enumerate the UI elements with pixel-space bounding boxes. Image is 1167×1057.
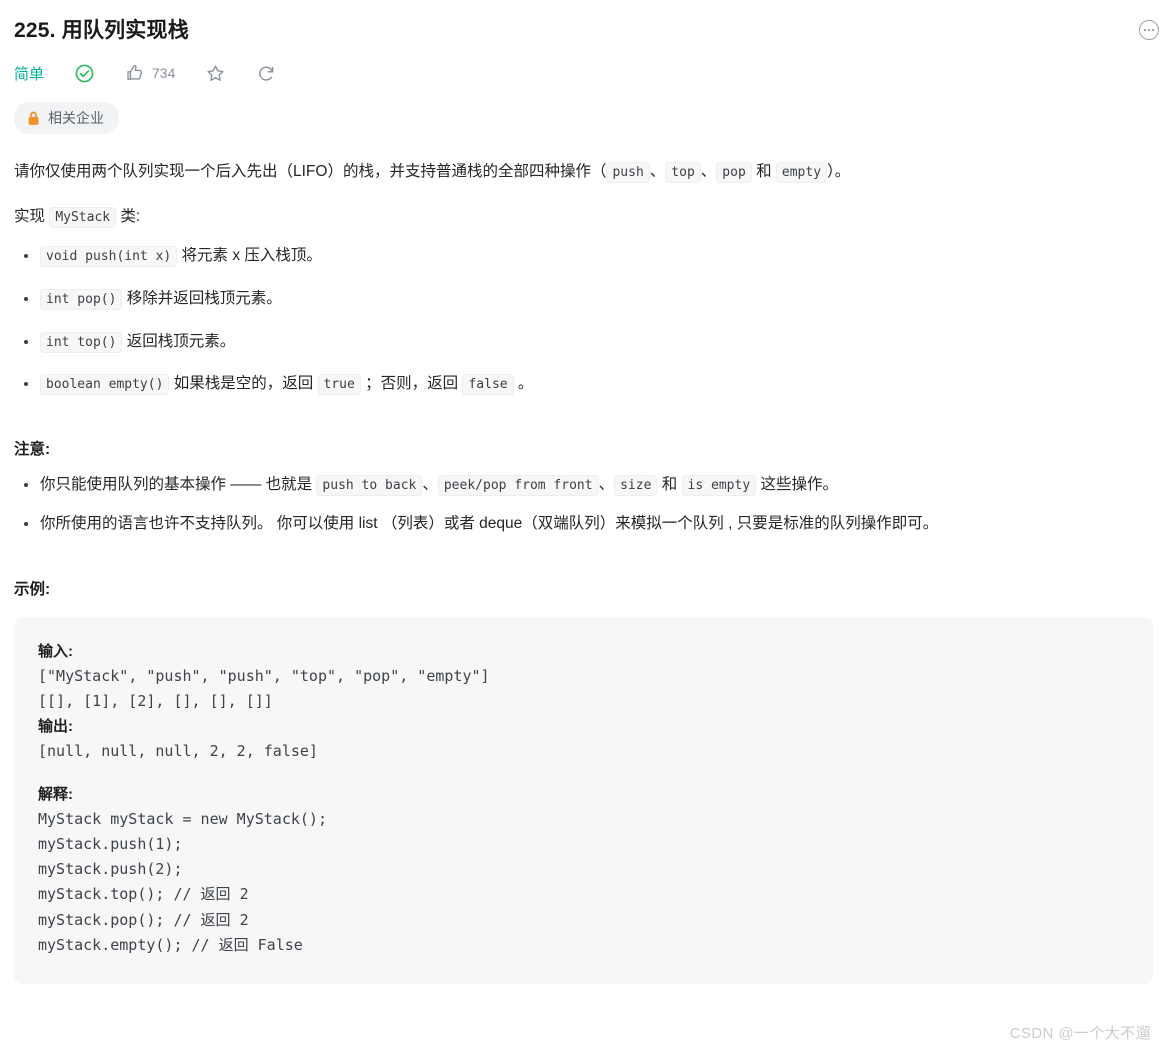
code-chip-top: top xyxy=(665,162,701,184)
code-chip-true: true xyxy=(317,374,361,396)
explain-line-5: myStack.pop(); // 返回 2 xyxy=(38,910,249,929)
lock-icon xyxy=(27,111,40,126)
code-chip-boolean-empty: boolean empty() xyxy=(40,374,170,396)
explain-line-1: MyStack myStack = new MyStack(); xyxy=(38,809,327,828)
method-list: void push(int x) 将元素 x 压入栈顶。 int pop() 移… xyxy=(14,244,1153,397)
dot xyxy=(1147,28,1151,32)
like-count: 734 xyxy=(152,65,176,82)
meta-row: 简单 734 xyxy=(14,60,1153,86)
code-chip-push: push xyxy=(606,162,650,184)
explain-line-2: myStack.push(1); xyxy=(38,835,183,854)
method-desc: 将元素 x 压入栈顶。 xyxy=(177,246,322,264)
intro-text-1: 请你仅使用两个队列实现一个后入先出（LIFO）的栈，并支持普通栈的全部四种操作（ xyxy=(14,163,607,181)
output-label: 输出: xyxy=(38,718,73,736)
code-chip-int-pop: int pop() xyxy=(40,288,123,310)
related-companies-badge[interactable]: 相关企业 xyxy=(14,102,119,135)
watermark: CSDN @一个大不遛 xyxy=(1009,1025,1151,1042)
explain-line-3: myStack.push(2); xyxy=(38,860,183,879)
implement-prefix: 实现 xyxy=(14,208,50,226)
star-outline-icon xyxy=(205,63,226,84)
solved-status-button[interactable] xyxy=(74,63,95,84)
code-chip-empty: empty xyxy=(775,162,828,184)
list-item: boolean empty() 如果栈是空的，返回 true ；否则，返回 fa… xyxy=(24,372,1153,397)
related-companies-label: 相关企业 xyxy=(48,110,104,127)
output-line-1: [null, null, null, 2, 2, false] xyxy=(38,742,318,761)
badge-row: 相关企业 xyxy=(14,102,1153,135)
problem-page: 225. 用队列实现栈 简单 734 相关企业 请你仅使用两个队列实现一个后入先… xyxy=(0,0,1167,1057)
intro-text-2: ）。 xyxy=(827,163,851,181)
method-desc: 移除并返回栈顶元素。 xyxy=(122,289,282,307)
implement-suffix: 类: xyxy=(116,208,141,226)
code-chip-int-top: int top() xyxy=(40,331,123,353)
code-chip-peek-pop-front: peek/pop from front xyxy=(437,475,599,497)
method-desc: 返回栈顶元素。 xyxy=(122,332,236,350)
list-item: void push(int x) 将元素 x 压入栈顶。 xyxy=(24,244,1153,269)
implement-line: 实现 MyStack 类: xyxy=(14,205,1153,230)
thumbs-up-icon xyxy=(125,63,145,83)
share-button[interactable] xyxy=(256,63,277,84)
notes-title: 注意: xyxy=(14,441,51,459)
note-text-pre: 你只能使用队列的基本操作 —— 也就是 xyxy=(40,476,317,494)
intro-sep-3: 和 xyxy=(751,163,776,181)
list-item: 你所使用的语言也许不支持队列。 你可以使用 list （列表）或者 deque（… xyxy=(24,512,1153,537)
method-desc-pre: 如果栈是空的，返回 xyxy=(169,375,318,393)
ellipsis-circle-icon[interactable] xyxy=(1139,20,1159,40)
like-button[interactable]: 734 xyxy=(125,63,175,83)
intro-sep-2: 、 xyxy=(700,163,717,181)
method-desc-post: 。 xyxy=(513,375,534,393)
input-line-1: ["MyStack", "push", "push", "top", "pop"… xyxy=(38,666,490,685)
page-title: 225. 用队列实现栈 xyxy=(14,19,189,42)
note-sep-2: 、 xyxy=(598,476,615,494)
code-chip-size: size xyxy=(614,475,658,497)
list-item: 你只能使用队列的基本操作 —— 也就是 push to back、 peek/po… xyxy=(24,473,1153,498)
note-sep-1: 、 xyxy=(422,476,438,494)
problem-intro: 请你仅使用两个队列实现一个后入先出（LIFO）的栈，并支持普通栈的全部四种操作（… xyxy=(14,160,1153,185)
input-label: 输入: xyxy=(38,642,73,660)
code-chip-mystack: MyStack xyxy=(49,207,117,229)
note-text-post: 这些操作。 xyxy=(756,476,838,494)
check-circle-icon xyxy=(74,63,95,84)
favorite-button[interactable] xyxy=(205,63,226,84)
method-desc-mid: ；否则，返回 xyxy=(360,375,463,393)
code-chip-pop: pop xyxy=(716,162,752,184)
explain-label: 解释: xyxy=(38,785,73,803)
code-chip-is-empty: is empty xyxy=(681,475,757,497)
example-title: 示例: xyxy=(14,580,51,598)
difficulty-label[interactable]: 简单 xyxy=(14,63,44,84)
list-item: int top() 返回栈顶元素。 xyxy=(24,330,1153,355)
note-sep-3: 和 xyxy=(657,476,682,494)
code-chip-push-to-back: push to back xyxy=(316,475,423,497)
intro-sep-1: 、 xyxy=(649,163,666,181)
input-line-2: [[], [1], [2], [], [], []] xyxy=(38,692,273,711)
explain-line-4: myStack.top(); // 返回 2 xyxy=(38,885,249,904)
notes-list: 你只能使用队列的基本操作 —— 也就是 push to back、 peek/po… xyxy=(14,473,1153,537)
share-arrow-icon xyxy=(256,63,277,84)
code-chip-void-push: void push(int x) xyxy=(40,245,178,267)
dot xyxy=(1152,28,1155,32)
code-chip-false: false xyxy=(462,374,514,396)
explain-line-6: myStack.empty(); // 返回 False xyxy=(38,935,303,954)
list-item: int pop() 移除并返回栈顶元素。 xyxy=(24,287,1153,312)
dot xyxy=(1143,28,1146,32)
example-code-block: 输入: ["MyStack", "push", "push", "top", "… xyxy=(14,616,1153,984)
